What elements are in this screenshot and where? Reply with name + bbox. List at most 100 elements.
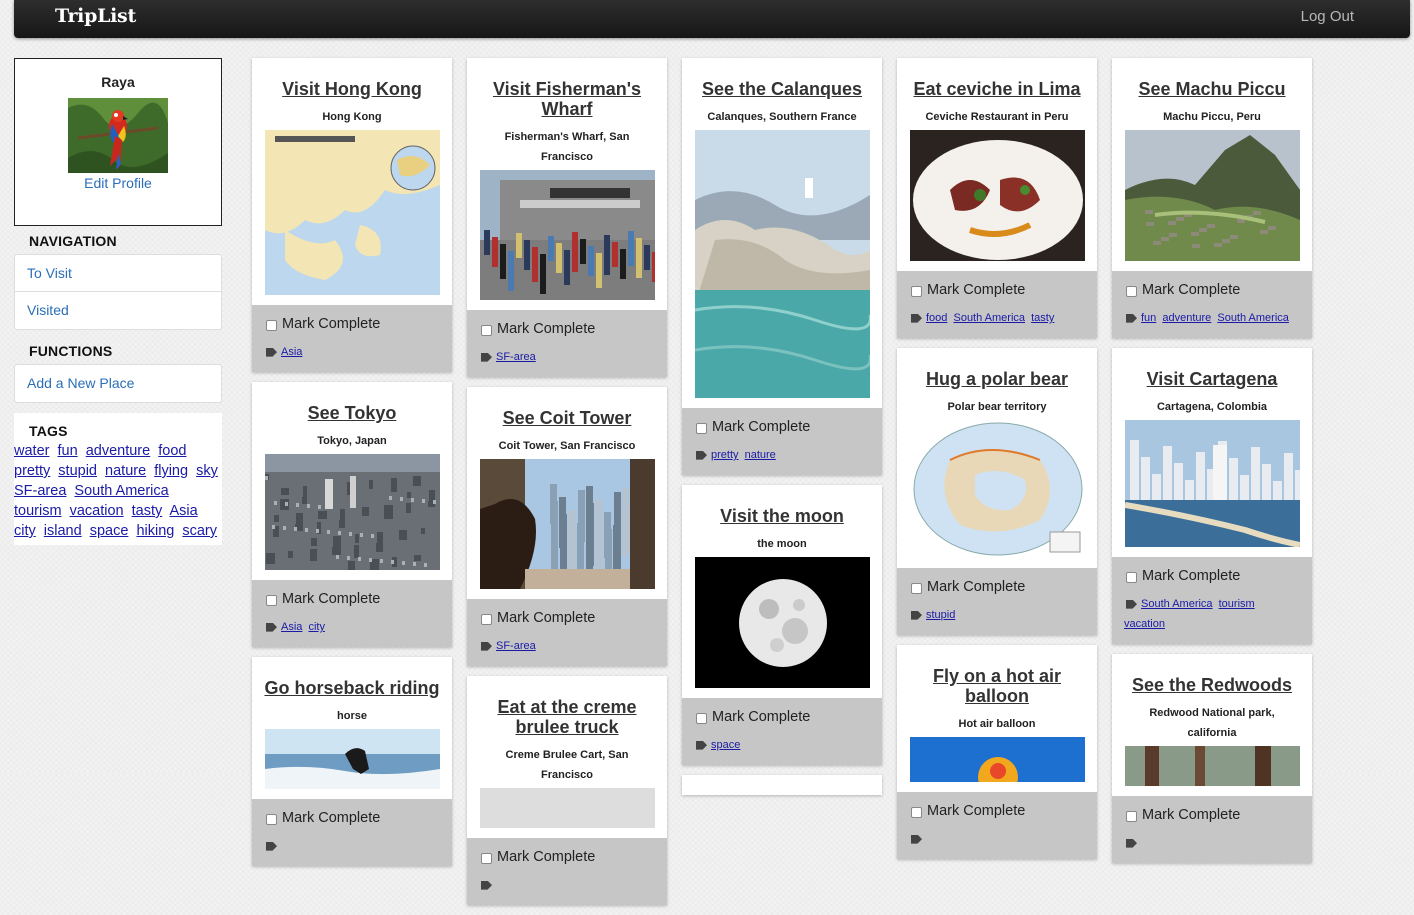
mark-complete-checkbox[interactable] bbox=[1126, 811, 1137, 822]
tag-icon bbox=[266, 347, 277, 357]
place-title-link[interactable]: Hug a polar bear bbox=[897, 348, 1097, 389]
mark-complete-checkbox[interactable] bbox=[266, 595, 277, 606]
nav-item-to-visit[interactable]: To Visit bbox=[15, 255, 221, 292]
add-new-place-link[interactable]: Add a New Place bbox=[15, 365, 221, 402]
tag-icon bbox=[696, 450, 707, 460]
card-tag-link[interactable]: nature bbox=[745, 449, 776, 461]
mark-complete-label: Mark Complete bbox=[282, 591, 381, 607]
mark-complete-checkbox[interactable] bbox=[911, 286, 922, 297]
card-tag-link[interactable]: South America bbox=[953, 312, 1025, 324]
card-tags bbox=[264, 836, 440, 856]
place-card: Fly on a hot air balloon Hot air balloon M… bbox=[897, 645, 1097, 859]
card-tags bbox=[1124, 833, 1300, 853]
card-footer: Mark Complete food South America tasty bbox=[897, 271, 1097, 338]
tag-link[interactable]: pretty bbox=[14, 463, 50, 479]
place-title-link[interactable]: Fly on a hot air balloon bbox=[897, 645, 1097, 706]
tag-link[interactable]: tasty bbox=[132, 503, 163, 519]
place-title-link[interactable]: See Machu Piccu bbox=[1112, 58, 1312, 99]
tag-link[interactable]: nature bbox=[105, 463, 146, 479]
polar-map-photo bbox=[909, 420, 1085, 558]
mark-complete-checkbox[interactable] bbox=[911, 807, 922, 818]
navigation-menu: To Visit Visited bbox=[14, 254, 222, 330]
card-tag-link[interactable]: SF-area bbox=[496, 351, 536, 363]
tag-link[interactable]: city bbox=[14, 523, 36, 539]
edit-profile-link[interactable]: Edit Profile bbox=[15, 175, 221, 191]
mark-complete-checkbox[interactable] bbox=[1126, 572, 1137, 583]
tag-icon bbox=[911, 834, 922, 844]
logout-link[interactable]: Log Out bbox=[1301, 8, 1354, 25]
tag-icon bbox=[1126, 313, 1137, 323]
card-tag-link[interactable]: tasty bbox=[1031, 312, 1054, 324]
place-title-link[interactable]: See Coit Tower bbox=[467, 387, 667, 428]
card-tag-link[interactable]: South America bbox=[1141, 598, 1213, 610]
full-moon-photo bbox=[694, 557, 870, 688]
card-tag-link[interactable]: stupid bbox=[926, 609, 955, 621]
card-tag-link[interactable]: Asia bbox=[281, 621, 302, 633]
tag-link[interactable]: space bbox=[90, 523, 129, 539]
board-column: Eat ceviche in Lima Ceviche Restaurant in… bbox=[897, 58, 1097, 869]
card-tag-link[interactable]: vacation bbox=[1124, 618, 1165, 630]
tag-link[interactable]: flying bbox=[154, 463, 188, 479]
card-tag-link[interactable]: pretty bbox=[711, 449, 739, 461]
nav-item-visited[interactable]: Visited bbox=[15, 292, 221, 329]
place-card: Visit Cartagena Cartagena, Colombia Mark C… bbox=[1112, 348, 1312, 644]
card-tags bbox=[479, 875, 655, 895]
tag-link[interactable]: tourism bbox=[14, 503, 62, 519]
card-tags: pretty nature bbox=[694, 445, 870, 465]
place-title-link[interactable]: See the Redwoods bbox=[1112, 654, 1312, 695]
card-tag-link[interactable]: SF-area bbox=[496, 640, 536, 652]
mark-complete-checkbox[interactable] bbox=[266, 320, 277, 331]
mark-complete-checkbox[interactable] bbox=[696, 713, 707, 724]
tag-link[interactable]: fun bbox=[58, 443, 78, 459]
place-title-link[interactable]: Eat ceviche in Lima bbox=[897, 58, 1097, 99]
tag-link[interactable]: adventure bbox=[86, 443, 151, 459]
card-footer: Mark Complete South America tourism vacat… bbox=[1112, 557, 1312, 644]
tag-link[interactable]: water bbox=[14, 443, 49, 459]
tag-link[interactable]: Asia bbox=[169, 503, 197, 519]
place-card bbox=[682, 775, 882, 795]
tag-link[interactable]: hiking bbox=[136, 523, 174, 539]
mark-complete-checkbox[interactable] bbox=[911, 583, 922, 594]
mark-complete-row: Mark Complete bbox=[694, 709, 870, 725]
tag-link[interactable]: scary bbox=[182, 523, 217, 539]
place-title-link[interactable]: Visit Fisherman's Wharf bbox=[467, 58, 667, 119]
card-footer: Mark Complete SF-area bbox=[467, 310, 667, 377]
mark-complete-checkbox[interactable] bbox=[266, 814, 277, 825]
tag-link[interactable]: stupid bbox=[58, 463, 97, 479]
mark-complete-checkbox[interactable] bbox=[481, 853, 492, 864]
tag-link[interactable]: SF-area bbox=[14, 483, 66, 499]
card-footer: Mark Complete pretty nature bbox=[682, 408, 882, 475]
mark-complete-checkbox[interactable] bbox=[481, 614, 492, 625]
tag-link[interactable]: South America bbox=[74, 483, 168, 499]
card-tags: SF-area bbox=[479, 636, 655, 656]
tag-link[interactable]: island bbox=[44, 523, 82, 539]
card-tag-link[interactable]: Asia bbox=[281, 346, 302, 358]
mark-complete-checkbox[interactable] bbox=[481, 325, 492, 336]
place-title-link[interactable]: Eat at the creme brulee truck bbox=[467, 676, 667, 737]
card-tag-link[interactable]: tourism bbox=[1219, 598, 1255, 610]
place-title-link[interactable]: Go horseback riding bbox=[252, 657, 452, 698]
card-tag-link[interactable]: adventure bbox=[1162, 312, 1211, 324]
card-tag-link[interactable]: South America bbox=[1217, 312, 1289, 324]
calanques-cliffs-photo bbox=[694, 130, 870, 398]
place-location: Cartagena, Colombia bbox=[1156, 401, 1268, 413]
tag-icon bbox=[696, 740, 707, 750]
card-tag-link[interactable]: city bbox=[308, 621, 325, 633]
card-tag-link[interactable]: fun bbox=[1141, 312, 1156, 324]
place-title-link[interactable]: Visit Cartagena bbox=[1112, 348, 1312, 389]
place-title-link[interactable]: See the Calanques bbox=[682, 58, 882, 99]
place-title-link[interactable]: Visit the moon bbox=[682, 485, 882, 526]
card-tag-link[interactable]: space bbox=[711, 739, 740, 751]
tag-link[interactable]: food bbox=[158, 443, 186, 459]
place-title-link[interactable]: Visit Hong Kong bbox=[252, 58, 452, 99]
profile-name: Raya bbox=[101, 74, 135, 90]
brand-logo[interactable]: TripList bbox=[55, 5, 136, 27]
place-title-link[interactable]: See Tokyo bbox=[252, 382, 452, 423]
mark-complete-checkbox[interactable] bbox=[696, 423, 707, 434]
tag-link[interactable]: vacation bbox=[70, 503, 124, 519]
card-tags: food South America tasty bbox=[909, 308, 1085, 328]
tag-icon bbox=[1126, 599, 1137, 609]
mark-complete-checkbox[interactable] bbox=[1126, 286, 1137, 297]
tag-link[interactable]: sky bbox=[196, 463, 218, 479]
card-tag-link[interactable]: food bbox=[926, 312, 947, 324]
